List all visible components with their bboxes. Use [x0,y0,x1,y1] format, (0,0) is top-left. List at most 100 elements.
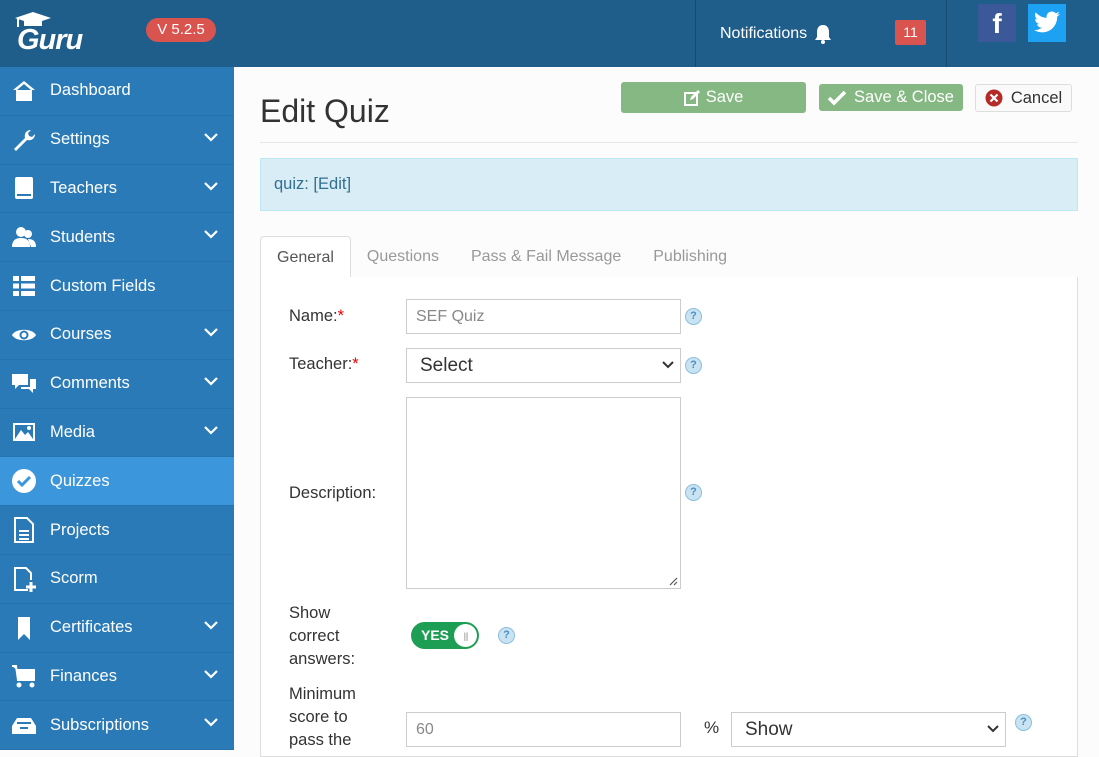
show-correct-answers-label: Show correct answers: [289,602,355,671]
score-visibility-select[interactable]: Show [731,712,1006,747]
list-icon [11,273,37,299]
topbar-divider [946,0,947,67]
notifications-label: Notifications [720,25,808,42]
label-line: Minimum [289,685,356,703]
name-input[interactable] [406,299,681,334]
cancel-button[interactable]: Cancel [975,84,1072,112]
general-tab-panel: Name:* ? Teacher:* Select ? Description:… [260,277,1078,757]
file-text-icon [11,517,37,544]
help-icon[interactable]: ? [685,484,702,501]
help-icon[interactable]: ? [685,308,702,325]
score-visibility-value: Show [745,719,793,740]
sidebar-item-label: Scorm [50,569,98,588]
chevron-down-icon[interactable] [204,230,218,239]
sidebar-item-label: Subscriptions [50,715,150,734]
tab-questions[interactable]: Questions [351,236,455,278]
help-icon[interactable]: ? [685,357,702,374]
chevron-down-icon[interactable] [204,133,218,142]
sidebar-item-comments[interactable]: Comments [0,360,234,409]
required-marker: * [337,307,345,325]
chevron-down-icon[interactable] [204,718,218,727]
sidebar-item-label: Finances [50,666,117,685]
tab-pass-fail-message[interactable]: Pass & Fail Message [455,236,637,278]
help-icon[interactable]: ? [498,627,515,644]
chevron-down-icon[interactable] [204,181,218,191]
label-line: Show [289,604,331,622]
sidebar-item-dashboard[interactable]: Dashboard [0,67,234,116]
cart-icon [11,663,37,689]
save-and-close-label: Save & Close [854,88,954,106]
teacher-label: Teacher:* [289,353,359,376]
description-textarea[interactable] [406,397,681,589]
version-badge: V 5.2.5 [146,18,216,42]
facebook-button[interactable]: f [978,4,1016,42]
sidebar-item-quizzes[interactable]: Quizzes [0,457,234,507]
save-button[interactable]: Save [621,82,806,113]
sidebar-item-label: Projects [50,520,110,539]
facebook-icon: f [992,8,1002,39]
home-icon [11,78,37,104]
sidebar-item-media[interactable]: Media [0,409,234,458]
chevron-down-icon[interactable] [204,377,218,386]
edit-icon [683,89,700,106]
info-bar: quiz: [Edit] [260,158,1078,211]
label-line: answers: [289,650,356,668]
label-line: score to [289,708,348,726]
resize-handle-icon[interactable] [668,576,678,586]
toggle-text: YES [421,627,450,643]
chevron-down-icon[interactable] [204,425,218,435]
cancel-label: Cancel [1010,88,1063,107]
sidebar-item-label: Courses [50,325,112,344]
help-icon[interactable]: ? [1015,714,1032,731]
chevron-down-icon[interactable] [204,620,218,630]
check-icon [828,90,847,105]
label-line: correct [289,627,340,645]
sidebar-item-custom-fields[interactable]: Custom Fields [0,262,234,311]
chevron-down-icon[interactable] [204,328,218,337]
sidebar-item-subscriptions[interactable]: Subscriptions [0,701,234,751]
guru-logo[interactable]: Guru [13,12,93,56]
sidebar-item-label: Students [50,227,116,246]
sidebar-item-settings[interactable]: Settings [0,116,234,165]
notifications-button[interactable]: Notifications [720,24,833,44]
teacher-select[interactable]: Select [406,348,681,383]
sidebar-item-scorm[interactable]: Scorm [0,555,234,604]
sidebar-item-finances[interactable]: Finances [0,653,234,702]
inbox-icon [11,712,37,738]
notifications-count-badge[interactable]: 11 [895,20,926,45]
twitter-button[interactable] [1028,4,1066,42]
sidebar-item-label: Comments [50,374,130,393]
sidebar-item-students[interactable]: Students [0,213,234,263]
info-bar-text: quiz: [Edit] [274,175,352,193]
percent-sign: % [704,718,720,737]
sidebar-item-courses[interactable]: Courses [0,311,234,360]
image-icon [11,419,37,445]
twitter-icon [1034,11,1060,33]
tab-publishing[interactable]: Publishing [637,236,743,278]
sidebar-item-certificates[interactable]: Certificates [0,604,234,653]
comments-icon [11,371,37,397]
sidebar-item-label: Certificates [50,618,133,637]
tab-general[interactable]: General [260,236,351,279]
sidebar-item-teachers[interactable]: Teachers [0,165,234,214]
save-and-close-button[interactable]: Save & Close [819,84,963,111]
teacher-select-value: Select [420,355,473,376]
chevron-down-icon [662,361,674,369]
page-title: Edit Quiz [260,93,390,129]
name-label: Name:* [289,305,344,328]
minimum-score-input[interactable] [406,712,681,747]
main-content: Edit Quiz Save Save & Close Cancel quiz:… [234,67,1099,757]
show-correct-answers-toggle[interactable]: YES ||| [411,622,479,649]
toggle-knob[interactable]: ||| [454,624,477,647]
chevron-down-icon [987,725,999,733]
sidebar-item-projects[interactable]: Projects [0,506,234,555]
check-circle-icon [11,468,37,494]
sidebar-item-label: Dashboard [50,81,131,100]
sidebar: Dashboard Settings Teachers Students Custom … [0,67,234,751]
top-bar: Guru V 5.2.5 Notifications 11 f [0,0,1099,67]
teacher-label-text: Teacher: [289,355,353,373]
tab-bar: General Questions Pass & Fail Message Pu… [260,236,1078,279]
chevron-down-icon[interactable] [204,669,218,679]
description-label: Description: [289,484,377,502]
bookmark-icon [11,615,37,641]
